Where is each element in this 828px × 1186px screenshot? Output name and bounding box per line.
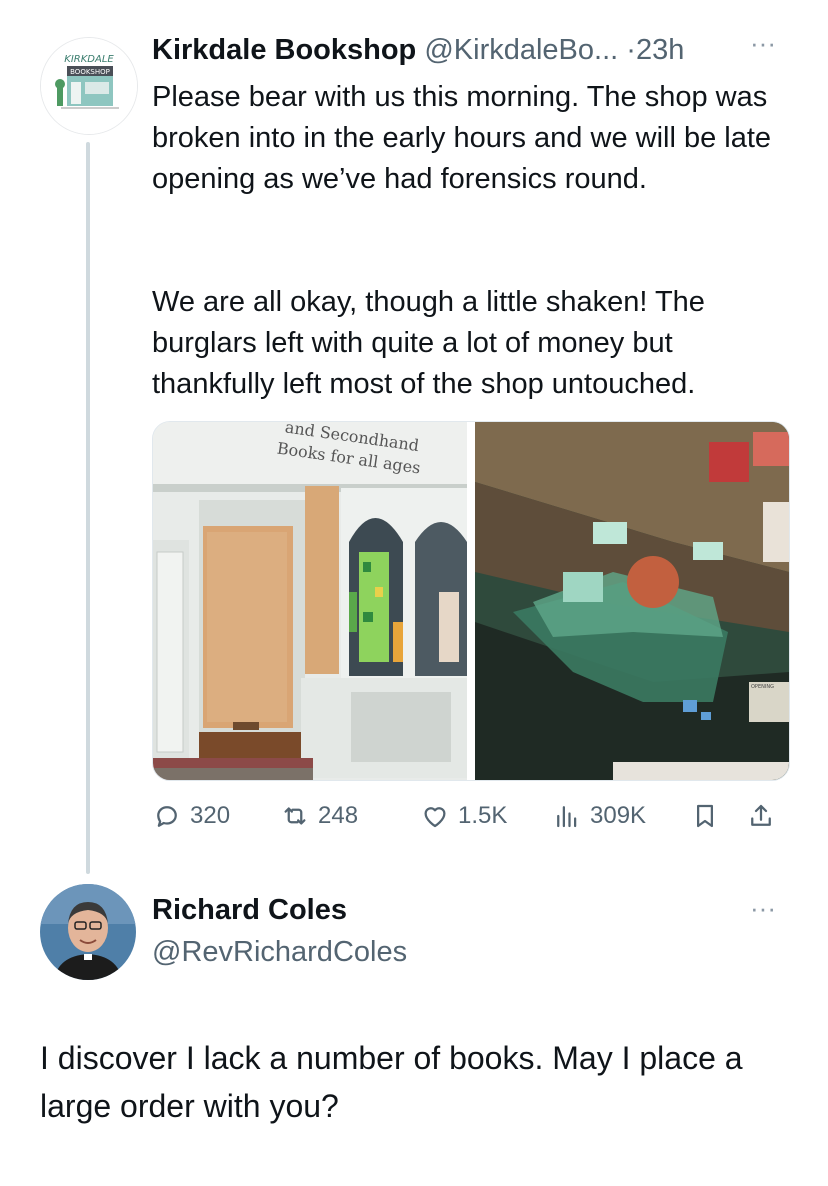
tweet-actions: 320 248 1.5K 309K [152, 796, 792, 836]
reply-icon [157, 806, 177, 827]
retweet-button[interactable]: 248 [280, 796, 358, 836]
tweet-media[interactable]: and Secondhand Books for all ages OPENIN… [152, 421, 790, 781]
profile-photo [40, 884, 136, 980]
reply-button[interactable]: 320 [152, 796, 230, 836]
author-name[interactable]: Kirkdale Bookshop [152, 34, 416, 66]
poster-text: OPENING [751, 684, 774, 690]
view-count: 309K [590, 802, 647, 829]
bookshop-logo-icon: KIRKDALE BOOKSHOP [41, 38, 137, 134]
more-options-icon[interactable]: ··· [750, 28, 776, 59]
reply-tweet-text: I discover I lack a number of books. May… [40, 1040, 743, 1124]
shopfront-photo[interactable]: and Secondhand Books for all ages [153, 422, 467, 780]
kirkdale-avatar[interactable]: KIRKDALE BOOKSHOP [40, 37, 138, 135]
like-button[interactable]: 1.5K [420, 796, 507, 836]
retweet-count: 248 [318, 802, 359, 829]
broken-glass-photo[interactable]: OPENING [475, 422, 789, 780]
author-handle[interactable]: @KirkdaleBo... [424, 34, 618, 66]
svg-text:BOOKSHOP: BOOKSHOP [70, 68, 110, 76]
svg-text:KIRKDALE: KIRKDALE [64, 54, 114, 65]
more-options-icon[interactable]: ··· [750, 893, 776, 924]
tweet-text-paragraph-1: Please bear with us this morning. The sh… [152, 81, 772, 195]
separator: · [626, 34, 636, 66]
tweet-header: Kirkdale Bookshop @KirkdaleBo... ·23h [152, 30, 684, 70]
heart-icon [424, 807, 446, 828]
views-button[interactable]: 309K [552, 796, 646, 836]
share-button[interactable] [746, 796, 784, 836]
tweet-text-paragraph-2: We are all okay, though a little shaken!… [152, 286, 705, 400]
reply-author-handle[interactable]: @RevRichardColes [152, 932, 407, 972]
share-icon [751, 804, 771, 826]
thread-line [86, 142, 90, 874]
retweet-icon [284, 807, 306, 825]
reply-count: 320 [190, 802, 231, 829]
bar-chart-icon [557, 806, 577, 828]
like-count: 1.5K [458, 802, 508, 829]
bookmark-button[interactable] [690, 796, 728, 836]
reply-author-name[interactable]: Richard Coles [152, 890, 347, 930]
tweet-time[interactable]: 23h [636, 34, 684, 66]
richard-coles-avatar[interactable] [40, 884, 136, 980]
bookmark-icon [697, 804, 713, 828]
